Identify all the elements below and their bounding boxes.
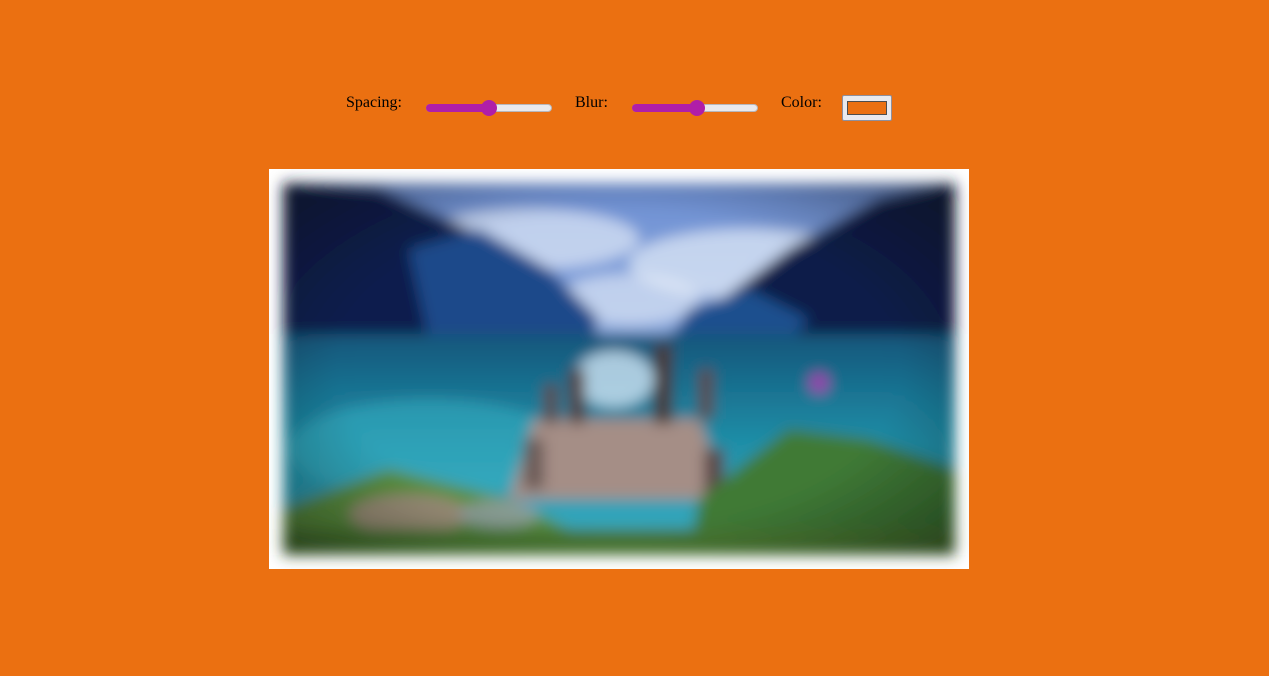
controls-bar: Spacing: Blur: Color: — [0, 92, 1269, 124]
color-picker-swatch — [847, 101, 887, 115]
spacing-slider[interactable] — [425, 100, 553, 116]
spacing-slider-thumb[interactable] — [481, 100, 497, 116]
photo-content — [283, 183, 955, 555]
color-label: Color: — [781, 94, 822, 111]
blur-slider-thumb[interactable] — [689, 100, 706, 116]
color-picker[interactable] — [842, 95, 892, 121]
mountain-lake-dock-photo — [269, 169, 969, 569]
spacing-label: Spacing: — [346, 94, 402, 111]
blurred-photo — [269, 169, 969, 569]
blur-slider[interactable] — [631, 100, 759, 116]
blur-label: Blur: — [575, 94, 608, 111]
